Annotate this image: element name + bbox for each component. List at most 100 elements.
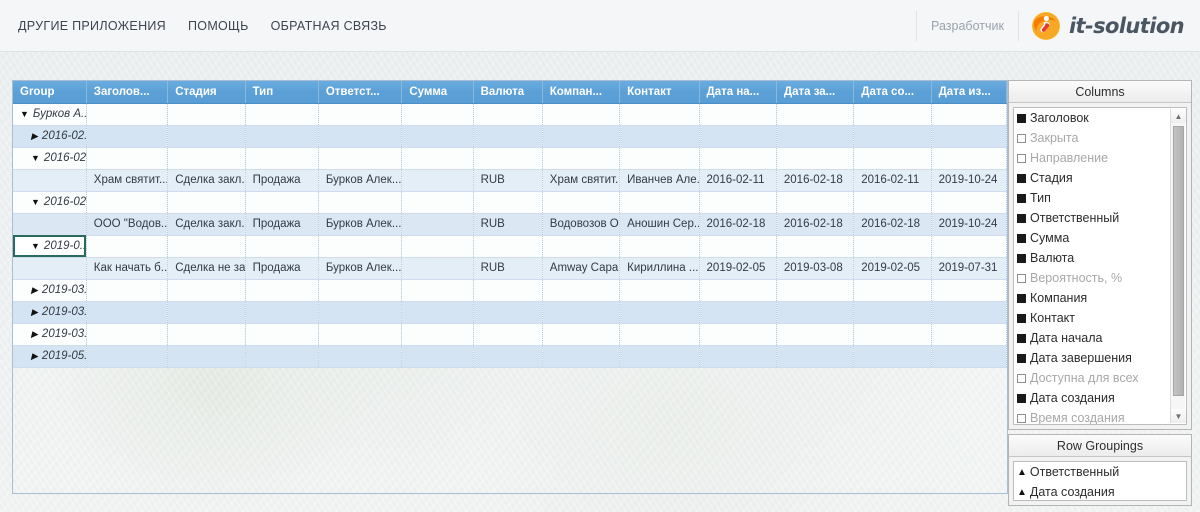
empty-cell[interactable] — [86, 103, 169, 126]
collapse-triangle-icon[interactable]: ▼ — [31, 197, 40, 207]
empty-cell[interactable] — [776, 147, 855, 170]
cell-8[interactable]: Иванчев Але... — [619, 169, 700, 192]
empty-cell[interactable] — [931, 103, 1007, 126]
empty-cell[interactable] — [931, 323, 1007, 346]
column-header-12[interactable]: Дата из... — [931, 81, 1007, 104]
empty-cell[interactable] — [401, 279, 474, 302]
column-option-11[interactable]: Дата начала — [1014, 328, 1186, 348]
empty-cell[interactable] — [473, 191, 543, 214]
group-cell[interactable]: ▶2019-03... — [13, 279, 87, 302]
empty-cell[interactable] — [167, 103, 246, 126]
empty-cell[interactable] — [853, 191, 932, 214]
column-header-4[interactable]: Ответст... — [318, 81, 403, 104]
cell-7[interactable]: Храм святит... — [542, 169, 621, 192]
empty-cell[interactable] — [473, 147, 543, 170]
empty-cell[interactable] — [853, 235, 932, 258]
empty-cell[interactable] — [86, 323, 169, 346]
checkbox-checked-icon[interactable] — [1017, 313, 1026, 323]
empty-cell[interactable] — [542, 279, 621, 302]
empty-cell[interactable] — [318, 103, 403, 126]
empty-cell[interactable] — [619, 301, 700, 324]
empty-cell[interactable] — [699, 103, 777, 126]
empty-cell[interactable] — [401, 345, 474, 368]
nav-link-help[interactable]: ПОМОЩЬ — [188, 19, 249, 33]
empty-cell[interactable] — [473, 125, 543, 148]
cell-5[interactable] — [401, 169, 474, 192]
group-row[interactable]: ▶2019-03... — [13, 301, 1007, 324]
empty-cell[interactable] — [619, 191, 700, 214]
empty-cell[interactable] — [776, 323, 855, 346]
column-header-10[interactable]: Дата за... — [776, 81, 855, 104]
empty-cell[interactable] — [245, 235, 319, 258]
empty-cell[interactable] — [853, 323, 932, 346]
row-groupings-list[interactable]: ▲ Ответственный ▲ Дата создания — [1013, 461, 1187, 501]
cell-6[interactable]: RUB — [473, 213, 543, 236]
empty-cell[interactable] — [776, 103, 855, 126]
expand-triangle-icon[interactable]: ▶ — [31, 285, 38, 295]
checkbox-checked-icon[interactable] — [1017, 393, 1026, 403]
cell-3[interactable]: Продажа — [245, 257, 319, 280]
empty-cell[interactable] — [542, 191, 621, 214]
empty-cell[interactable] — [619, 103, 700, 126]
empty-cell[interactable] — [401, 301, 474, 324]
empty-cell[interactable] — [473, 103, 543, 126]
empty-cell[interactable] — [86, 235, 169, 258]
empty-cell[interactable] — [86, 147, 169, 170]
grouping-item-0[interactable]: ▲ Ответственный — [1014, 462, 1186, 482]
columns-scrollbar[interactable]: ▲ ▼ — [1170, 109, 1186, 423]
cell-5[interactable] — [401, 213, 474, 236]
cell-6[interactable]: RUB — [473, 257, 543, 280]
cell-12[interactable]: 2019-07-31 — [931, 257, 1007, 280]
empty-cell[interactable] — [931, 147, 1007, 170]
empty-cell[interactable] — [245, 301, 319, 324]
column-header-9[interactable]: Дата на... — [699, 81, 777, 104]
nav-link-feedback[interactable]: ОБРАТНАЯ СВЯЗЬ — [271, 19, 387, 33]
cell-12[interactable]: 2019-10-24 — [931, 213, 1007, 236]
group-cell[interactable]: ▶2019-03... — [13, 301, 87, 324]
empty-cell[interactable] — [473, 301, 543, 324]
empty-cell[interactable] — [167, 147, 246, 170]
empty-cell[interactable] — [167, 323, 246, 346]
cell-2[interactable]: Сделка закл... — [167, 169, 246, 192]
column-option-3[interactable]: Стадия — [1014, 168, 1186, 188]
collapse-triangle-icon[interactable]: ▼ — [20, 109, 29, 119]
empty-cell[interactable] — [318, 345, 403, 368]
empty-cell[interactable] — [167, 301, 246, 324]
empty-cell[interactable] — [542, 147, 621, 170]
empty-cell[interactable] — [853, 279, 932, 302]
column-header-7[interactable]: Компан... — [542, 81, 621, 104]
group-row[interactable]: ▼2016-02... — [13, 191, 1007, 214]
column-option-5[interactable]: Ответственный — [1014, 208, 1186, 228]
cell-9[interactable]: 2016-02-11 — [699, 169, 777, 192]
cell-10[interactable]: 2019-03-08 — [776, 257, 855, 280]
cell-0[interactable] — [13, 257, 87, 280]
checkbox-unchecked-icon[interactable] — [1017, 373, 1026, 383]
empty-cell[interactable] — [699, 191, 777, 214]
group-cell[interactable]: ▶2019-03... — [13, 323, 87, 346]
column-option-14[interactable]: Дата создания — [1014, 388, 1186, 408]
developer-menu[interactable]: Разработчик — [916, 11, 1019, 41]
empty-cell[interactable] — [473, 345, 543, 368]
empty-cell[interactable] — [86, 125, 169, 148]
checkbox-checked-icon[interactable] — [1017, 173, 1026, 183]
cell-12[interactable]: 2019-10-24 — [931, 169, 1007, 192]
empty-cell[interactable] — [542, 103, 621, 126]
expand-triangle-icon[interactable]: ▶ — [31, 131, 38, 141]
table-row[interactable]: Как начать б...Сделка не за...ПродажаБур… — [13, 257, 1007, 280]
empty-cell[interactable] — [776, 279, 855, 302]
cell-4[interactable]: Бурков Алек... — [318, 257, 403, 280]
empty-cell[interactable] — [853, 301, 932, 324]
cell-3[interactable]: Продажа — [245, 213, 319, 236]
group-cell[interactable]: ▶2016-02... — [13, 125, 87, 148]
column-option-8[interactable]: Вероятность, % — [1014, 268, 1186, 288]
empty-cell[interactable] — [931, 191, 1007, 214]
empty-cell[interactable] — [776, 345, 855, 368]
checkbox-unchecked-icon[interactable] — [1017, 413, 1026, 423]
empty-cell[interactable] — [931, 345, 1007, 368]
empty-cell[interactable] — [853, 345, 932, 368]
column-option-0[interactable]: Заголовок — [1014, 108, 1186, 128]
column-option-6[interactable]: Сумма — [1014, 228, 1186, 248]
empty-cell[interactable] — [318, 301, 403, 324]
empty-cell[interactable] — [699, 125, 777, 148]
checkbox-checked-icon[interactable] — [1017, 333, 1026, 343]
